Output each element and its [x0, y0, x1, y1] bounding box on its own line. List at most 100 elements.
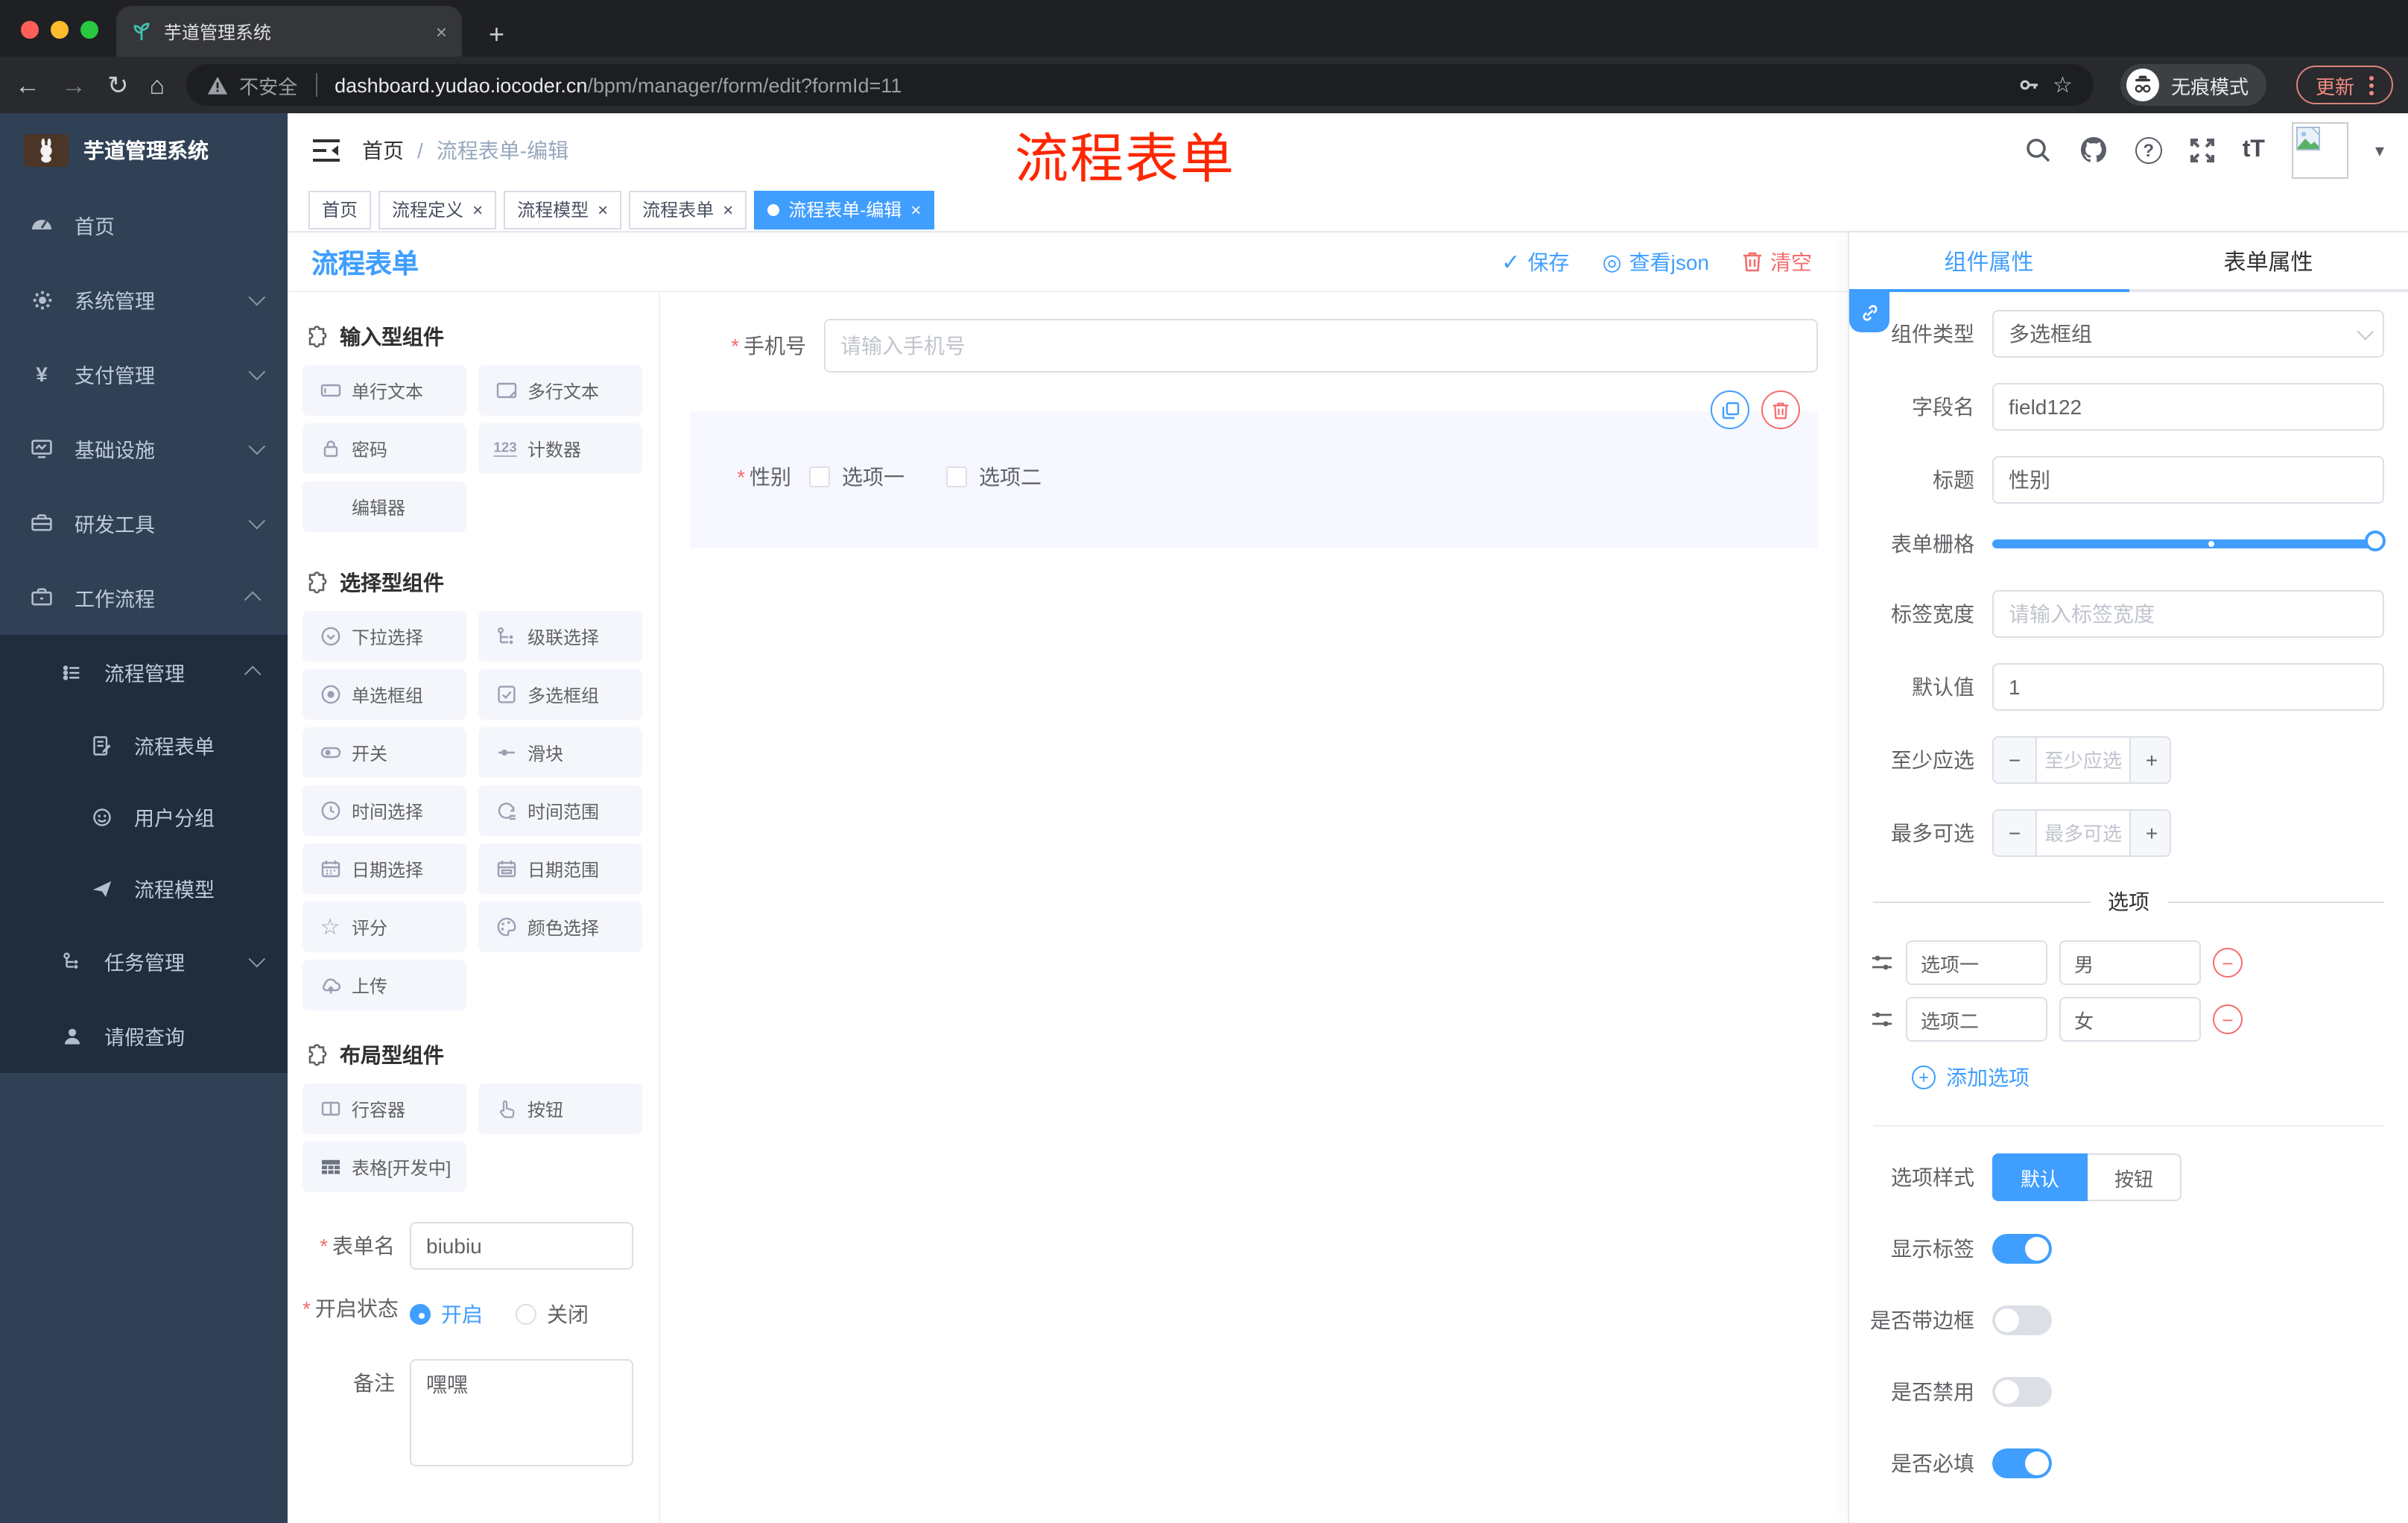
form-grid-slider[interactable]	[1992, 531, 2386, 551]
canvas-phone-field[interactable]: * 手机号	[690, 319, 1818, 373]
status-radio-off[interactable]: 关闭	[516, 1296, 589, 1332]
max-select-input[interactable]	[2035, 811, 2131, 855]
sidebar-item-task-manage[interactable]: 任务管理	[0, 924, 288, 998]
sidebar-item-home[interactable]: 首页	[0, 188, 288, 262]
tag-process-model[interactable]: 流程模型 ×	[504, 190, 622, 229]
disabled-switch[interactable]	[1992, 1377, 2052, 1407]
sidebar-logo[interactable]: 芋道管理系统	[0, 113, 288, 188]
show-label-switch[interactable]	[1992, 1234, 2052, 1264]
window-controls[interactable]	[21, 21, 98, 39]
title-input[interactable]	[1992, 456, 2384, 504]
copy-component-button[interactable]	[1711, 390, 1749, 429]
palette-item-single-text[interactable]: 单行文本	[302, 365, 466, 416]
tag-process-definition[interactable]: 流程定义 ×	[378, 190, 497, 229]
home-button[interactable]: ⌂	[150, 72, 165, 98]
increase-button[interactable]: +	[2131, 738, 2170, 782]
min-select-stepper[interactable]: − +	[1992, 736, 2171, 784]
forward-button[interactable]: →	[61, 72, 86, 98]
palette-item-cascader[interactable]: 级联选择	[478, 611, 642, 662]
bookmark-star-icon[interactable]: ☆	[2053, 74, 2073, 96]
required-switch[interactable]	[1992, 1448, 2052, 1478]
sidebar-item-process-form[interactable]: 流程表单	[0, 709, 288, 781]
tab-component-props[interactable]: 组件属性	[1849, 232, 2129, 292]
back-button[interactable]: ←	[15, 72, 40, 98]
form-remark-textarea[interactable]: 嘿嘿	[410, 1359, 633, 1466]
key-icon[interactable]	[2017, 73, 2041, 97]
update-button[interactable]: 更新	[2295, 66, 2393, 104]
clear-button[interactable]: 清空	[1742, 247, 1812, 276]
max-select-stepper[interactable]: − +	[1992, 809, 2171, 857]
style-default-button[interactable]: 默认	[1992, 1153, 2088, 1201]
palette-item-radio-group[interactable]: 单选框组	[302, 669, 466, 720]
maximize-window-button[interactable]	[80, 21, 98, 39]
minimize-window-button[interactable]	[51, 21, 69, 39]
sidebar-item-process-model[interactable]: 流程模型	[0, 852, 288, 924]
canvas-selected-component[interactable]: * 性别 选项一 选项二	[690, 390, 1818, 548]
sidebar-item-workflow[interactable]: 工作流程	[0, 560, 288, 635]
border-switch[interactable]	[1992, 1305, 2052, 1335]
breadcrumb-home[interactable]: 首页	[362, 136, 404, 165]
sidebar-item-infra[interactable]: 基础设施	[0, 411, 288, 486]
default-value-input[interactable]	[1992, 663, 2384, 711]
decrease-button[interactable]: −	[1994, 811, 2035, 855]
security-label[interactable]: 不安全	[239, 71, 297, 99]
link-icon[interactable]	[1849, 292, 1889, 332]
tab-form-props[interactable]: 表单属性	[2129, 232, 2408, 292]
tag-process-form-edit[interactable]: 流程表单-编辑 ×	[754, 190, 935, 229]
tab-close-icon[interactable]: ×	[436, 22, 447, 41]
new-tab-button[interactable]: +	[489, 12, 504, 57]
browser-tab[interactable]: 芋道管理系统 ×	[116, 6, 462, 57]
gender-option-2-checkbox[interactable]: 选项二	[946, 462, 1042, 492]
font-size-icon[interactable]: tT	[2243, 137, 2265, 164]
option-value-input[interactable]	[2059, 997, 2201, 1042]
palette-item-table[interactable]: 表格[开发中]	[302, 1142, 466, 1192]
save-button[interactable]: ✓ 保存	[1501, 247, 1569, 276]
drag-handle-icon[interactable]	[1870, 1007, 1894, 1031]
sidebar-item-leave-query[interactable]: 请假查询	[0, 998, 288, 1073]
avatar[interactable]	[2291, 122, 2348, 179]
tag-process-form[interactable]: 流程表单 ×	[629, 190, 747, 229]
palette-item-color-picker[interactable]: 颜色选择	[478, 902, 642, 952]
style-button-button[interactable]: 按钮	[2088, 1153, 2182, 1201]
search-icon[interactable]	[2025, 137, 2052, 164]
close-window-button[interactable]	[21, 21, 39, 39]
slider-handle[interactable]	[2365, 531, 2386, 551]
close-icon[interactable]: ×	[910, 200, 921, 218]
delete-component-button[interactable]	[1761, 390, 1800, 429]
fullscreen-icon[interactable]	[2189, 137, 2216, 164]
tag-home[interactable]: 首页	[308, 190, 372, 229]
option-value-input[interactable]	[2059, 940, 2201, 985]
remove-option-button[interactable]: −	[2213, 948, 2243, 978]
help-icon[interactable]: ?	[2135, 137, 2162, 164]
close-icon[interactable]: ×	[598, 200, 608, 218]
palette-item-select[interactable]: 下拉选择	[302, 611, 466, 662]
collapse-sidebar-icon[interactable]	[311, 137, 341, 164]
palette-item-date-picker[interactable]: 日期选择	[302, 843, 466, 894]
sidebar-item-system[interactable]: 系统管理	[0, 262, 288, 337]
palette-item-password[interactable]: 密码	[302, 423, 466, 474]
label-width-input[interactable]	[1992, 590, 2384, 638]
reload-button[interactable]: ↻	[107, 72, 129, 98]
status-radio-on[interactable]: 开启	[410, 1296, 483, 1332]
palette-item-button[interactable]: 按钮	[478, 1083, 642, 1134]
increase-button[interactable]: +	[2131, 811, 2170, 855]
sidebar-item-devtools[interactable]: 研发工具	[0, 486, 288, 560]
palette-item-switch[interactable]: 开关	[302, 727, 466, 778]
sidebar-item-user-group[interactable]: 用户分组	[0, 781, 288, 852]
option-label-input[interactable]	[1906, 940, 2047, 985]
palette-item-rate[interactable]: ☆ 评分	[302, 902, 466, 952]
address-bar[interactable]: 不安全 dashboard.yudao.iocoder.cn/bpm/manag…	[186, 64, 2094, 106]
remove-option-button[interactable]: −	[2213, 1004, 2243, 1034]
sidebar-item-payment[interactable]: ¥ 支付管理	[0, 337, 288, 411]
option-label-input[interactable]	[1906, 997, 2047, 1042]
palette-item-row-container[interactable]: 行容器	[302, 1083, 466, 1134]
palette-item-editor[interactable]: 编辑器	[302, 481, 466, 532]
palette-item-checkbox-group[interactable]: 多选框组	[478, 669, 642, 720]
palette-item-date-range[interactable]: 日期范围	[478, 843, 642, 894]
close-icon[interactable]: ×	[723, 200, 733, 218]
palette-item-counter[interactable]: 123 计数器	[478, 423, 642, 474]
palette-item-upload[interactable]: 上传	[302, 960, 466, 1010]
min-select-input[interactable]	[2035, 738, 2131, 782]
decrease-button[interactable]: −	[1994, 738, 2035, 782]
palette-item-time-picker[interactable]: 时间选择	[302, 785, 466, 836]
